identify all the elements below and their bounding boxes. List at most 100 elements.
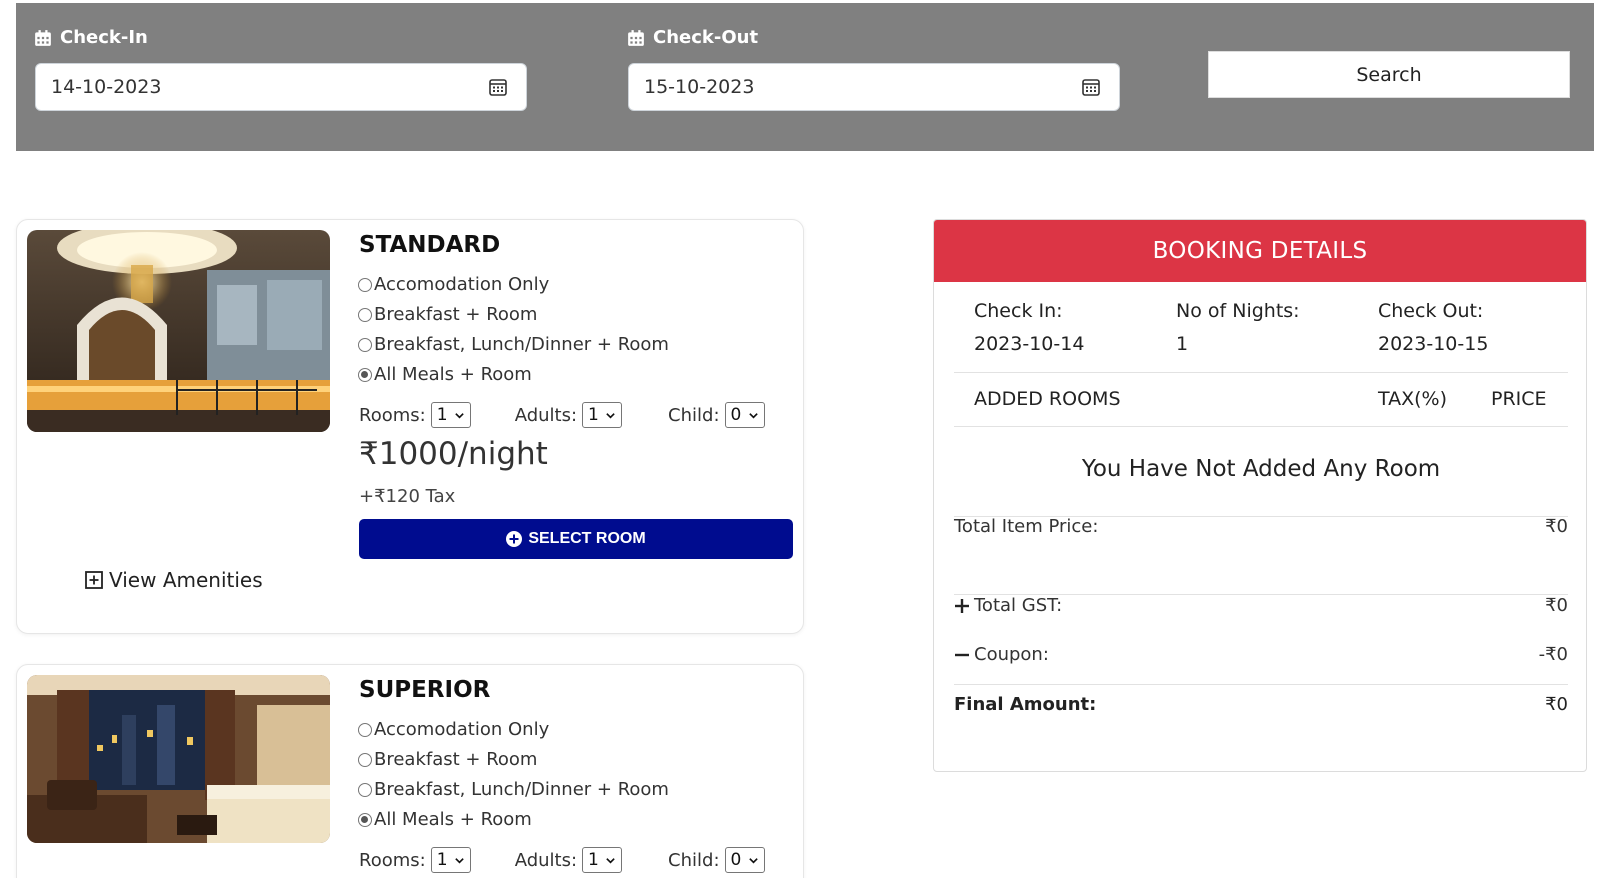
coupon-label: Coupon: xyxy=(974,644,1049,665)
total-item-row: Total Item Price: ₹0 xyxy=(954,516,1568,537)
child-select-value: 0 xyxy=(730,405,742,425)
total-item-label: Total Item Price: xyxy=(954,516,1099,537)
rooms-select-value: 1 xyxy=(436,850,448,870)
total-item-value: ₹0 xyxy=(1545,516,1568,537)
rooms-label: Rooms: xyxy=(359,404,426,426)
adults-select[interactable]: 1 xyxy=(582,402,623,428)
adults-select-group: Adults: 1 xyxy=(514,402,623,428)
nights-label: No of Nights: xyxy=(1176,300,1300,322)
final-amount-value: ₹0 xyxy=(1545,694,1568,715)
child-select-value: 0 xyxy=(730,850,742,870)
divider xyxy=(954,372,1568,373)
adults-label: Adults: xyxy=(514,849,578,871)
radio-button[interactable] xyxy=(358,722,372,737)
chevron-down-icon xyxy=(748,857,758,864)
final-amount-row: Final Amount: ₹0 xyxy=(954,694,1568,715)
search-button[interactable]: Search xyxy=(1208,51,1570,98)
occupancy-selects: Rooms: 1 Adults: 1 Child: 0 xyxy=(359,847,765,873)
nights-value: 1 xyxy=(1176,333,1189,355)
radio-button[interactable] xyxy=(358,782,372,797)
chevron-down-icon xyxy=(748,412,758,419)
checkout-label: Check-Out xyxy=(627,27,758,48)
adults-select-value: 1 xyxy=(588,850,599,870)
booking-details-title: BOOKING DETAILS xyxy=(934,220,1586,282)
checkout-label-text: Check-Out xyxy=(653,27,759,48)
adults-select[interactable]: 1 xyxy=(582,847,623,873)
radio-button[interactable] xyxy=(358,752,372,767)
room-price: ₹1000/night xyxy=(359,436,548,472)
rooms-select-value: 1 xyxy=(436,405,448,425)
meal-option[interactable]: Breakfast + Room xyxy=(358,749,537,770)
coupon-row: Coupon: -₹0 xyxy=(954,644,1568,665)
room-photo-superior xyxy=(27,675,330,843)
child-select[interactable]: 0 xyxy=(724,402,765,428)
gst-row: Total GST: ₹0 xyxy=(954,595,1568,616)
divider xyxy=(954,426,1568,427)
radio-button-checked[interactable] xyxy=(358,367,372,382)
plus-circle-icon xyxy=(506,531,523,547)
child-select[interactable]: 0 xyxy=(724,847,765,873)
checkout-input[interactable]: 15-10-2023 xyxy=(628,63,1120,111)
meal-option[interactable]: Accomodation Only xyxy=(358,274,549,295)
gst-label: Total GST: xyxy=(974,595,1063,616)
meal-option-label: Accomodation Only xyxy=(374,719,550,740)
checkin-value: 14-10-2023 xyxy=(51,76,162,98)
radio-button[interactable] xyxy=(358,307,372,322)
meal-option-label: Breakfast, Lunch/Dinner + Room xyxy=(374,334,669,355)
view-amenities-label: View Amenities xyxy=(109,568,263,592)
chevron-down-icon xyxy=(606,412,615,419)
rooms-select[interactable]: 1 xyxy=(430,847,471,873)
search-bar: Check-In 14-10-2023 Check-Out 15-10-2023… xyxy=(16,3,1594,151)
meal-option-label: Accomodation Only xyxy=(374,274,550,295)
rooms-select-group: Rooms: 1 xyxy=(359,402,471,428)
checkout-value: 15-10-2023 xyxy=(644,76,755,98)
calendar-picker-icon[interactable] xyxy=(488,77,508,97)
child-label: Child: xyxy=(668,849,720,871)
meal-option-label: All Meals + Room xyxy=(374,809,532,830)
calendar-icon xyxy=(35,29,51,46)
room-tax: +₹120 Tax xyxy=(359,486,456,507)
added-rooms-header: ADDED ROOMS xyxy=(974,388,1121,410)
rooms-label: Rooms: xyxy=(359,849,426,871)
room-card-superior: SUPERIOR Accomodation Only Breakfast + R… xyxy=(16,664,804,878)
chevron-down-icon xyxy=(606,857,615,864)
minus-icon xyxy=(955,653,969,656)
rooms-select[interactable]: 1 xyxy=(430,402,471,428)
gst-value: ₹0 xyxy=(1545,595,1568,616)
meal-option-label: All Meals + Room xyxy=(374,364,532,385)
calendar-picker-icon[interactable] xyxy=(1081,77,1101,97)
adults-select-value: 1 xyxy=(588,405,599,425)
meal-option[interactable]: Breakfast, Lunch/Dinner + Room xyxy=(358,779,669,800)
occupancy-selects: Rooms: 1 Adults: 1 Child: 0 xyxy=(359,402,765,428)
coupon-value: -₹0 xyxy=(1538,644,1568,665)
checkin-summary-label: Check In: xyxy=(974,300,1063,322)
room-photo-standard xyxy=(27,230,330,432)
rooms-select-group: Rooms: 1 xyxy=(359,847,471,873)
checkin-label: Check-In xyxy=(34,27,148,48)
empty-rooms-message: You Have Not Added Any Room xyxy=(1081,456,1441,482)
adults-label: Adults: xyxy=(514,404,578,426)
plus-icon xyxy=(955,598,969,613)
tax-header: TAX(%) xyxy=(1378,388,1448,410)
checkin-input[interactable]: 14-10-2023 xyxy=(35,63,527,111)
meal-option-label: Breakfast + Room xyxy=(374,749,538,770)
select-room-button[interactable]: SELECT ROOM xyxy=(359,519,793,559)
chevron-down-icon xyxy=(454,412,464,419)
radio-button-checked[interactable] xyxy=(358,812,372,827)
meal-option[interactable]: Breakfast + Room xyxy=(358,304,537,325)
meal-option-label: Breakfast + Room xyxy=(374,304,538,325)
checkin-label-text: Check-In xyxy=(60,27,148,48)
meal-option[interactable]: Breakfast, Lunch/Dinner + Room xyxy=(358,334,669,355)
radio-button[interactable] xyxy=(358,337,372,352)
meal-option[interactable]: All Meals + Room xyxy=(358,809,532,830)
select-room-label: SELECT ROOM xyxy=(528,530,646,547)
checkout-summary-value: 2023-10-15 xyxy=(1378,333,1489,355)
booking-details-panel: BOOKING DETAILS Check In: 2023-10-14 No … xyxy=(933,219,1587,772)
chevron-down-icon xyxy=(454,857,464,864)
meal-option[interactable]: Accomodation Only xyxy=(358,719,549,740)
room-card-standard: STANDARD Accomodation Only Breakfast + R… xyxy=(16,219,804,634)
radio-button[interactable] xyxy=(358,277,372,292)
view-amenities-link[interactable]: View Amenities xyxy=(85,568,263,592)
divider xyxy=(954,684,1568,685)
meal-option[interactable]: All Meals + Room xyxy=(358,364,532,385)
